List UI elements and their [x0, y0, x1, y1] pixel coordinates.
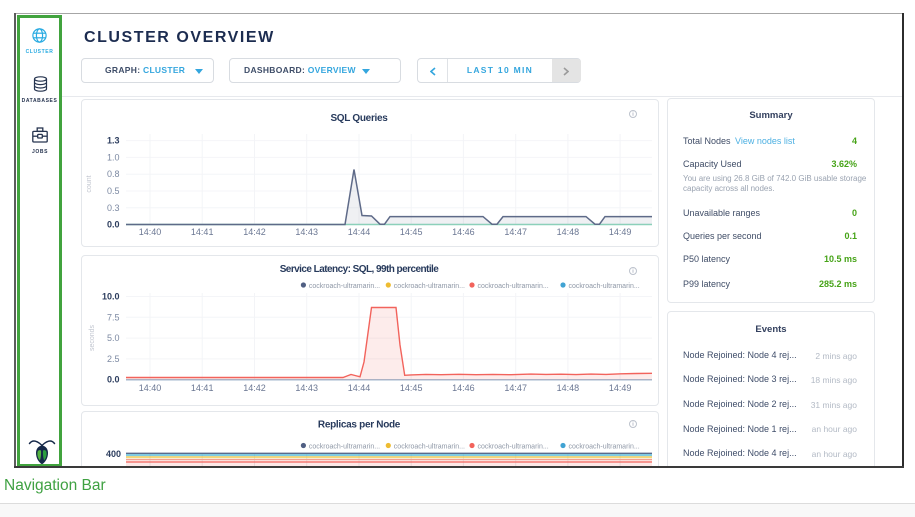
svg-text:0.0: 0.0: [107, 220, 120, 230]
svg-text:14:46: 14:46: [452, 383, 475, 393]
svg-text:14:44: 14:44: [348, 383, 371, 393]
svg-text:14:42: 14:42: [243, 227, 266, 237]
svg-text:cockroach-ultramarin...: cockroach-ultramarin...: [394, 283, 465, 290]
svg-text:count: count: [86, 175, 93, 192]
svg-text:cockroach-ultramarin...: cockroach-ultramarin...: [478, 443, 549, 450]
svg-text:cockroach-ultramarin...: cockroach-ultramarin...: [569, 283, 640, 290]
svg-text:10.0: 10.0: [102, 292, 120, 302]
svg-text:5.0: 5.0: [107, 333, 120, 343]
svg-text:14:49: 14:49: [609, 383, 632, 393]
svg-text:cockroach-ultramarin...: cockroach-ultramarin...: [569, 443, 640, 450]
svg-text:14:47: 14:47: [504, 227, 527, 237]
svg-text:SQL Queries: SQL Queries: [330, 113, 388, 124]
svg-text:14:48: 14:48: [557, 227, 580, 237]
svg-text:seconds: seconds: [89, 324, 96, 351]
svg-text:2.5: 2.5: [107, 354, 120, 364]
svg-text:14:43: 14:43: [295, 383, 318, 393]
svg-text:14:46: 14:46: [452, 227, 475, 237]
svg-text:cockroach-ultramarin...: cockroach-ultramarin...: [309, 283, 380, 290]
svg-text:400: 400: [106, 448, 121, 458]
svg-text:14:44: 14:44: [348, 227, 371, 237]
svg-text:cockroach-ultramarin...: cockroach-ultramarin...: [478, 283, 549, 290]
svg-text:0.0: 0.0: [107, 375, 120, 385]
svg-text:7.5: 7.5: [107, 312, 120, 322]
svg-text:Service Latency: SQL, 99th per: Service Latency: SQL, 99th percentile: [280, 264, 440, 275]
svg-text:cockroach-ultramarin...: cockroach-ultramarin...: [394, 443, 465, 450]
svg-text:1.3: 1.3: [107, 136, 120, 146]
svg-text:cockroach-ultramarin...: cockroach-ultramarin...: [309, 443, 380, 450]
svg-text:14:41: 14:41: [191, 383, 214, 393]
svg-text:14:45: 14:45: [400, 227, 423, 237]
svg-text:0.8: 0.8: [107, 169, 120, 179]
svg-text:14:42: 14:42: [243, 383, 266, 393]
svg-text:Replicas per Node: Replicas per Node: [318, 419, 401, 430]
svg-text:14:49: 14:49: [609, 227, 632, 237]
svg-text:14:40: 14:40: [139, 383, 162, 393]
svg-text:0.5: 0.5: [107, 186, 120, 196]
svg-text:0.3: 0.3: [107, 203, 120, 213]
svg-text:14:47: 14:47: [504, 383, 527, 393]
svg-text:14:41: 14:41: [191, 227, 214, 237]
svg-text:14:45: 14:45: [400, 383, 423, 393]
svg-text:14:43: 14:43: [295, 227, 318, 237]
svg-text:14:48: 14:48: [557, 383, 580, 393]
svg-text:14:40: 14:40: [139, 227, 162, 237]
svg-text:1.0: 1.0: [107, 152, 120, 162]
